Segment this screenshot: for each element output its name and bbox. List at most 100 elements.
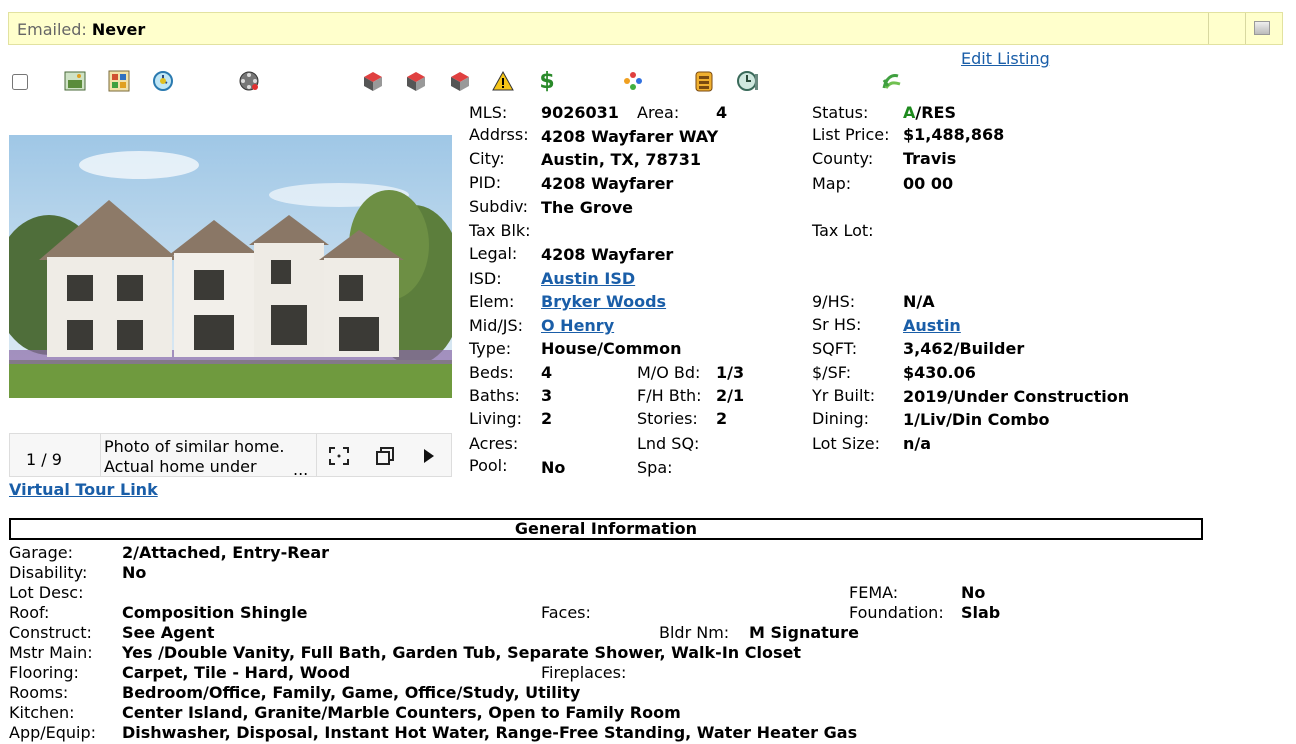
- building-icon[interactable]: [693, 70, 715, 92]
- gallery-icon[interactable]: [108, 70, 130, 92]
- photo-caption-line2: Actual home under: [104, 457, 257, 476]
- list-price-label: List Price:: [812, 125, 890, 144]
- history-icon[interactable]: [152, 70, 174, 92]
- cube-icon[interactable]: [362, 70, 384, 92]
- roof-value: Composition Shingle: [122, 603, 308, 622]
- app-equip-label: App/Equip:: [9, 723, 97, 742]
- photo-caption-line1: Photo of similar home.: [104, 437, 285, 456]
- film-reel-icon[interactable]: [238, 70, 260, 92]
- fullscreen-icon[interactable]: [328, 446, 350, 470]
- legal-label: Legal:: [469, 244, 518, 263]
- photo-edit-icon[interactable]: [64, 70, 86, 92]
- roof-label: Roof:: [9, 603, 50, 622]
- emailed-label: Emailed: Never: [17, 20, 146, 39]
- isd-link[interactable]: Austin ISD: [541, 269, 635, 288]
- popout-icon[interactable]: [376, 447, 394, 469]
- rooms-label: Rooms:: [9, 683, 69, 702]
- caption-ellipsis[interactable]: ...: [293, 460, 308, 479]
- isd-label: ISD:: [469, 269, 502, 288]
- kitchen-label: Kitchen:: [9, 703, 75, 722]
- price-per-sf-value: $430.06: [903, 363, 976, 382]
- address-value: 4208 Wayfarer WAY: [541, 127, 719, 146]
- next-photo-icon[interactable]: [423, 448, 435, 468]
- sqft-label: SQFT:: [812, 339, 858, 358]
- fh-bth-value: 2/1: [716, 386, 745, 405]
- lot-size-label: Lot Size:: [812, 434, 881, 453]
- legal-value: 4208 Wayfarer: [541, 245, 674, 264]
- disability-label: Disability:: [9, 563, 88, 582]
- garage-value: 2/Attached, Entry-Rear: [122, 543, 330, 562]
- faces-label: Faces:: [541, 603, 591, 622]
- lot-size-value: n/a: [903, 434, 932, 453]
- builder-name-value: M Signature: [749, 623, 859, 642]
- select-checkbox[interactable]: [12, 74, 28, 90]
- warning-icon[interactable]: [492, 70, 514, 92]
- price-per-sf-label: $/SF:: [812, 363, 852, 382]
- clock-gear-icon[interactable]: [736, 70, 758, 92]
- divider: [1245, 13, 1246, 44]
- elem-link[interactable]: Bryker Woods: [541, 292, 666, 311]
- nine-hs-label: 9/HS:: [812, 292, 856, 311]
- living-value: 2: [541, 409, 553, 428]
- sr-hs-link[interactable]: Austin: [903, 316, 961, 335]
- cube-icon[interactable]: [405, 70, 427, 92]
- status-label: Status:: [812, 103, 869, 122]
- stories-label: Stories:: [637, 409, 698, 428]
- flooring-value: Carpet, Tile - Hard, Wood: [122, 663, 351, 682]
- construct-label: Construct:: [9, 623, 92, 642]
- yr-built-label: Yr Built:: [812, 386, 876, 405]
- listing-photo[interactable]: [9, 135, 452, 398]
- app-equip-value: Dishwasher, Disposal, Instant Hot Water,…: [122, 723, 858, 742]
- mo-bd-value: 1/3: [716, 363, 745, 382]
- map-value: 00 00: [903, 174, 954, 193]
- pinwheel-icon[interactable]: [622, 70, 644, 92]
- leaf-icon[interactable]: [880, 70, 902, 92]
- yr-built-value: 2019/Under Construction: [903, 387, 1130, 406]
- mid-link[interactable]: O Henry: [541, 316, 614, 335]
- kitchen-value: Center Island, Granite/Marble Counters, …: [122, 703, 681, 722]
- address-label: Addrss:: [469, 125, 529, 144]
- status-value: A/RES: [903, 103, 957, 122]
- rooms-value: Bedroom/Office, Family, Game, Office/Stu…: [122, 683, 581, 702]
- type-label: Type:: [469, 339, 512, 358]
- elem-label: Elem:: [469, 292, 515, 311]
- type-value: House/Common: [541, 339, 682, 358]
- cube-icon[interactable]: [449, 70, 471, 92]
- beds-value: 4: [541, 363, 553, 382]
- builder-name-label: Bldr Nm:: [659, 623, 730, 642]
- divider: [1208, 13, 1209, 44]
- fema-value: No: [961, 583, 986, 602]
- area-value: 4: [716, 103, 728, 122]
- edit-listing-link[interactable]: Edit Listing: [961, 49, 1050, 68]
- sqft-value: 3,462/Builder: [903, 339, 1025, 358]
- disability-value: No: [122, 563, 147, 582]
- foundation-label: Foundation:: [849, 603, 944, 622]
- tax-blk-label: Tax Blk:: [469, 221, 531, 240]
- dollar-icon[interactable]: $: [536, 69, 558, 94]
- stories-value: 2: [716, 409, 728, 428]
- city-value: Austin, TX, 78731: [541, 150, 702, 169]
- fema-label: FEMA:: [849, 583, 899, 602]
- lnd-sq-label: Lnd SQ:: [637, 434, 700, 453]
- mls-label: MLS:: [469, 103, 508, 122]
- city-label: City:: [469, 149, 505, 168]
- lot-desc-label: Lot Desc:: [9, 583, 84, 602]
- area-label: Area:: [637, 103, 680, 122]
- list-price-value: $1,488,868: [903, 125, 1005, 144]
- spa-label: Spa:: [637, 458, 673, 477]
- emailed-banner: Emailed: Never: [8, 12, 1283, 45]
- county-value: Travis: [903, 149, 957, 168]
- subdiv-label: Subdiv:: [469, 197, 529, 216]
- window-icon[interactable]: [1254, 21, 1270, 35]
- construct-value: See Agent: [122, 623, 215, 642]
- pool-label: Pool:: [469, 456, 508, 475]
- mid-label: Mid/JS:: [469, 316, 524, 335]
- virtual-tour-link[interactable]: Virtual Tour Link: [9, 480, 158, 499]
- map-label: Map:: [812, 174, 852, 193]
- fh-bth-label: F/H Bth:: [637, 386, 702, 405]
- garage-label: Garage:: [9, 543, 73, 562]
- general-info-header: General Information: [9, 518, 1203, 540]
- living-label: Living:: [469, 409, 522, 428]
- foundation-value: Slab: [961, 603, 1001, 622]
- dining-label: Dining:: [812, 409, 870, 428]
